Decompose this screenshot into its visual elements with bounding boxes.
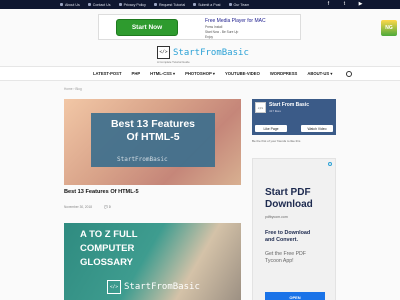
watch-video-label: Watch Video	[307, 126, 327, 131]
start-now-button[interactable]: Start Now	[116, 19, 178, 36]
nav-item-wordpress[interactable]: WORDPRESS	[270, 71, 297, 76]
fb-like-count: 417 likes	[269, 109, 281, 113]
ad-open-button[interactable]: OPEN	[265, 292, 325, 300]
nav-item-about-us[interactable]: ABOUT-US ▾	[307, 71, 332, 76]
main-nav: LATEST-POST PHP HTML-CSS ▾ PHOTOSHOP ▾ Y…	[0, 66, 400, 81]
top-banner-ad[interactable]: Start Now Free Media Player for MAC Pres…	[98, 14, 397, 40]
topbar-link-contact[interactable]: Contact Us	[87, 2, 111, 7]
thumbnail-title-line: GLOSSARY	[80, 257, 133, 268]
post-title[interactable]: Best 13 Features Of HTML-5	[64, 189, 139, 195]
ad-url: pdfbycom.com	[265, 215, 288, 219]
thumbnail-title-line: A TO Z FULL	[80, 229, 138, 240]
topbar-link-label: Request Tutorial	[158, 2, 186, 7]
nav-item-photoshop[interactable]: PHOTOSHOP ▾	[185, 71, 215, 76]
code-icon: </>	[107, 280, 121, 294]
site-logo[interactable]: </> StartFromBasic A Complete Tutorial G…	[157, 46, 249, 64]
topbar-link-label: Privacy Policy	[123, 2, 146, 7]
facebook-icon[interactable]: f	[325, 1, 332, 8]
like-page-label: Like Page	[263, 126, 279, 131]
code-icon: </>	[255, 102, 266, 113]
thumbnail-title: Best 13 Features Of HTML-5	[91, 118, 215, 144]
youtube-icon[interactable]: ▶	[357, 1, 364, 8]
lock-icon	[118, 3, 122, 6]
ad-body-line: Get the Free PDF	[265, 251, 306, 257]
ad-headline-line: Start PDF	[265, 187, 311, 198]
topbar-link-privacy[interactable]: Privacy Policy	[118, 2, 146, 7]
social-links: f t ▶	[325, 1, 364, 8]
ad-headline: Start PDF Download	[265, 187, 313, 211]
nav-item-latest-post[interactable]: LATEST-POST	[93, 71, 122, 76]
comment-count-value: 0	[108, 205, 111, 209]
upload-icon	[193, 3, 197, 6]
ad-info-icon[interactable]	[328, 162, 332, 166]
sidebar-ad[interactable]: Start PDF Download pdfbycom.com Free to …	[252, 158, 336, 300]
post-date: November 30, 2018	[64, 205, 92, 209]
comment-count[interactable]: 💬 0	[104, 205, 111, 209]
fb-caption: Be the first of your friends to like thi…	[252, 139, 301, 143]
nav-item-php[interactable]: PHP	[132, 71, 141, 76]
ad-subheadline-line: and Convert.	[265, 237, 298, 243]
top-bar: About Us Contact Us Privacy Policy Reque…	[0, 0, 400, 9]
thumbnail-watermark: StartFromBasic	[117, 156, 168, 163]
search-icon[interactable]	[346, 71, 352, 77]
facebook-page-widget[interactable]: </> Start From Basic 417 likes Like Page…	[252, 99, 336, 135]
ad-headline-line: Download	[265, 199, 313, 210]
info-icon	[60, 3, 63, 6]
topbar-link-label: Submit a Post	[198, 2, 221, 7]
ad-line: Press Install	[205, 25, 223, 29]
breadcrumb: Home › Blog	[64, 87, 82, 91]
like-page-button[interactable]: Like Page	[255, 125, 287, 132]
watch-video-button[interactable]: Watch Video	[301, 125, 333, 132]
ad-subheadline: Free to Download and Convert.	[265, 230, 310, 244]
topbar-link-about[interactable]: About Us	[60, 3, 80, 7]
topbar-link-request[interactable]: Request Tutorial	[153, 2, 186, 7]
thumbnail-title-line: COMPUTER	[80, 243, 135, 254]
thumbnail-title-line: Best 13 Features	[110, 118, 196, 130]
thumbnail-title-line: Of HTML-5	[126, 131, 180, 143]
topbar-link-label: Contact Us	[92, 2, 111, 7]
ad-title: Free Media Player for MAC	[205, 18, 266, 24]
fb-page-name[interactable]: Start From Basic	[269, 102, 309, 108]
code-icon: </>	[157, 46, 170, 59]
ad-body: Get the Free PDF Tycoon App!	[265, 251, 306, 265]
mail-icon	[87, 3, 91, 6]
topbar-link-submit[interactable]: Submit a Post	[193, 2, 221, 7]
twitter-icon[interactable]: t	[341, 1, 348, 8]
post-thumbnail[interactable]: Best 13 Features Of HTML-5 StartFromBasi…	[64, 99, 241, 185]
site-tagline: A Complete Tutorial Guide	[157, 60, 190, 64]
nav-item-youtube-video[interactable]: YOUTUBE-VIDEO	[225, 71, 260, 76]
thumbnail-watermark: </> StartFromBasic	[107, 280, 200, 294]
site-name: StartFromBasic	[173, 47, 249, 58]
nav-item-html-css[interactable]: HTML-CSS ▾	[150, 71, 175, 76]
ad-line: Start Now - Be Sure Up	[205, 30, 239, 34]
users-icon	[228, 3, 232, 6]
topbar-link-label: Our Team	[233, 2, 250, 7]
ad-logo: NG	[381, 20, 397, 36]
ad-body-line: Tycoon App!	[265, 258, 294, 264]
post-thumbnail[interactable]: A TO Z FULL COMPUTER GLOSSARY </> StartF…	[64, 223, 241, 300]
edit-icon	[153, 3, 157, 6]
watermark-text: StartFromBasic	[124, 282, 200, 292]
topbar-link-team[interactable]: Our Team	[228, 2, 250, 7]
ad-subheadline-line: Free to Download	[265, 230, 311, 236]
topbar-link-label: About Us	[65, 2, 80, 7]
ad-line: Enjoy	[205, 35, 213, 39]
